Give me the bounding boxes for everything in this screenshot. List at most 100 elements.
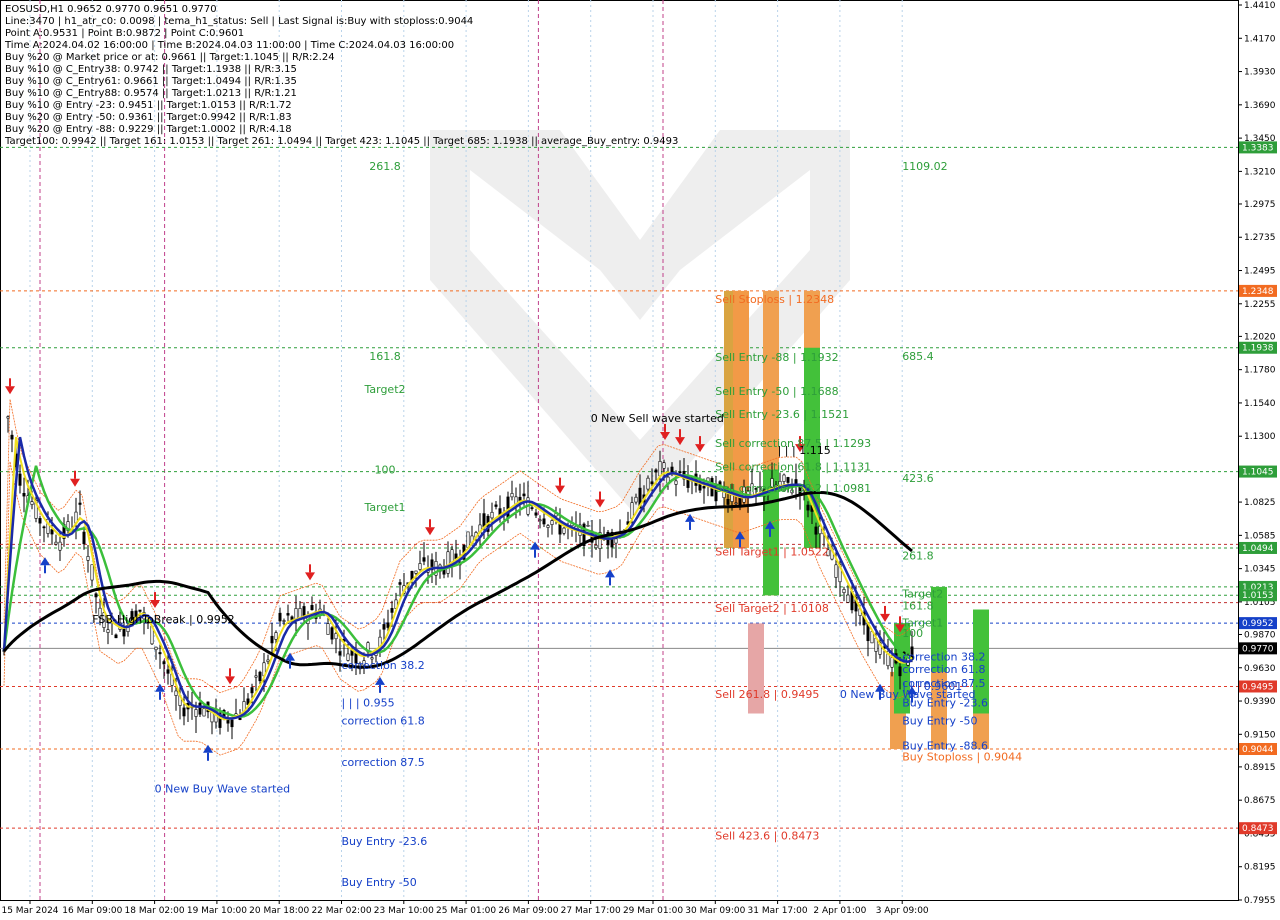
x-tick-label: 20 Mar 18:00 xyxy=(249,906,309,916)
candle-body xyxy=(586,525,590,527)
y-tick-label: 0.9870 xyxy=(1244,630,1276,640)
candle-body xyxy=(106,629,110,633)
x-tick-label: 27 Mar 17:00 xyxy=(561,906,621,916)
chart-annotation: 161.8 xyxy=(369,350,401,363)
candle-body xyxy=(594,544,598,549)
chart-annotation: 1109.02 xyxy=(902,160,948,173)
candle-body xyxy=(258,671,262,682)
info-line: Buy %20 @ Entry -88: 0.9229 || Target:1.… xyxy=(5,124,292,135)
info-line: Line:3470 | h1_atr_c0: 0.0098 | tema_h1_… xyxy=(5,16,473,27)
chart-annotation: Sell correction 61.8 | 1.1131 xyxy=(715,461,871,474)
x-tick-label: 22 Mar 02:00 xyxy=(311,906,371,916)
x-tick-label: 25 Mar 01:00 xyxy=(436,906,496,916)
y-tick-label: 1.1300 xyxy=(1244,432,1276,442)
chart-annotation: Buy Stoploss | 0.9044 xyxy=(902,750,1022,763)
info-line: Buy %10 @ C_Entry38: 0.9742 || Target:1.… xyxy=(5,64,297,75)
candle-body xyxy=(326,623,330,635)
x-tick-label: 15 Mar 2024 xyxy=(1,906,58,916)
chart-annotation: Buy Entry -50 xyxy=(902,714,977,727)
chart-annotation: Buy Entry -23.6 xyxy=(342,835,428,848)
chart-annotation: Buy Entry -88.6 xyxy=(902,739,988,752)
price-badge-label: 0.8473 xyxy=(1242,824,1274,834)
info-line: Buy %10 @ C_Entry88: 0.9574 || Target:1.… xyxy=(5,88,297,99)
y-tick-label: 0.8675 xyxy=(1244,796,1276,806)
chart-annotation: 0 New Sell wave started xyxy=(591,412,724,425)
chart-annotation: 261.8 xyxy=(902,549,934,562)
candle-body xyxy=(634,496,638,503)
chart-annotation: Sell correction 38.2 | 1.0981 xyxy=(715,482,871,495)
chart-annotation: FSB-HighToBreak | 0.9952 xyxy=(92,613,234,626)
candle-body xyxy=(534,512,538,516)
x-tick-label: 30 Mar 09:00 xyxy=(685,906,745,916)
candle-body xyxy=(466,531,470,548)
y-tick-label: 1.2495 xyxy=(1244,267,1276,277)
candle-body xyxy=(614,538,618,544)
x-tick-label: 23 Mar 10:00 xyxy=(374,906,434,916)
candle-body xyxy=(138,609,142,612)
x-tick-label: 3 Apr 09:00 xyxy=(876,906,929,916)
x-tick-label: 19 Mar 10:00 xyxy=(187,906,247,916)
info-line: Target100: 0.9942 || Target 161: 1.0153 … xyxy=(4,136,678,147)
candle-body xyxy=(446,551,450,574)
candle-body xyxy=(182,707,186,717)
candle-body xyxy=(550,520,554,525)
candle-body xyxy=(86,556,90,561)
candle-body xyxy=(274,632,278,640)
candle-body xyxy=(30,501,34,505)
price-badge-label: 0.9495 xyxy=(1242,682,1274,692)
x-tick-label: 2 Apr 01:00 xyxy=(813,906,866,916)
candle-body xyxy=(806,504,810,511)
candle-body xyxy=(814,526,818,535)
chart-annotation: | | | 1.115 xyxy=(778,444,831,457)
info-line: Buy %10 @ Entry -23: 0.9451 || Target:1.… xyxy=(5,100,292,111)
chart-annotation: Target2 xyxy=(363,383,405,396)
y-tick-label: 0.9150 xyxy=(1244,730,1276,740)
info-line: Point A:0.9531 | Point B:0.9872 | Point … xyxy=(5,28,244,39)
chart-annotation: correction 38.2 xyxy=(902,651,985,664)
info-line: Buy %10 @ C_Entry61: 0.9661 || Target:1.… xyxy=(5,76,297,87)
chart-annotation: Sell 423.6 | 0.8473 xyxy=(715,830,819,843)
candle-body xyxy=(338,651,342,656)
price-badge-label: 1.1938 xyxy=(1242,344,1274,354)
chart-annotation: Sell Target2 | 1.0108 xyxy=(715,602,829,615)
candle-body xyxy=(82,531,86,545)
price-badge-label: 0.9770 xyxy=(1242,644,1274,654)
candle-body xyxy=(6,416,10,419)
candle-body xyxy=(530,507,534,509)
candle-body xyxy=(422,557,426,562)
y-tick-label: 1.0825 xyxy=(1244,498,1276,508)
candle-body xyxy=(546,525,550,528)
candle-body xyxy=(298,608,302,618)
candle-body xyxy=(174,690,178,696)
y-tick-label: 1.4170 xyxy=(1244,34,1276,44)
candle-body xyxy=(562,527,566,534)
candle-body xyxy=(250,687,254,694)
y-tick-label: 1.3210 xyxy=(1244,167,1276,177)
candle-body xyxy=(270,635,274,644)
candle-body xyxy=(650,481,654,485)
chart-annotation: correction 38.2 xyxy=(342,659,425,672)
chart-annotation: Sell 261.8 | 0.9495 xyxy=(715,688,819,701)
candle-body xyxy=(414,570,418,574)
chart-annotation: Sell Entry -23.6 | 1.1521 xyxy=(715,408,849,421)
chart-annotation: Buy Entry -50 xyxy=(342,876,417,889)
chart-annotation: | | | 0.955 xyxy=(342,696,395,709)
candle-body xyxy=(198,702,202,715)
y-tick-label: 0.8915 xyxy=(1244,763,1276,773)
chart-annotation: 0 New Buy Wave started xyxy=(155,782,291,795)
candle-body xyxy=(18,473,22,486)
chart-annotation: Sell Target1 | 1.0522 xyxy=(715,545,829,558)
x-tick-label: 31 Mar 17:00 xyxy=(748,906,808,916)
chart-annotation: 161.8 xyxy=(902,599,934,612)
candle-body xyxy=(734,502,738,505)
y-tick-label: 1.0585 xyxy=(1244,531,1276,541)
y-tick-label: 1.2975 xyxy=(1244,200,1276,210)
candle-body xyxy=(398,582,402,585)
candle-body xyxy=(510,493,514,498)
candle-body xyxy=(782,474,786,482)
price-chart[interactable]: 261.8 161.8 Target2 100 Target1 FSB-HighToBre… xyxy=(0,0,1280,920)
info-line: Buy %20 @ Market price or at: 0.9661 || … xyxy=(5,52,335,63)
y-tick-label: 1.2735 xyxy=(1244,233,1276,243)
candle-body xyxy=(282,620,286,622)
candle-body xyxy=(10,434,14,440)
